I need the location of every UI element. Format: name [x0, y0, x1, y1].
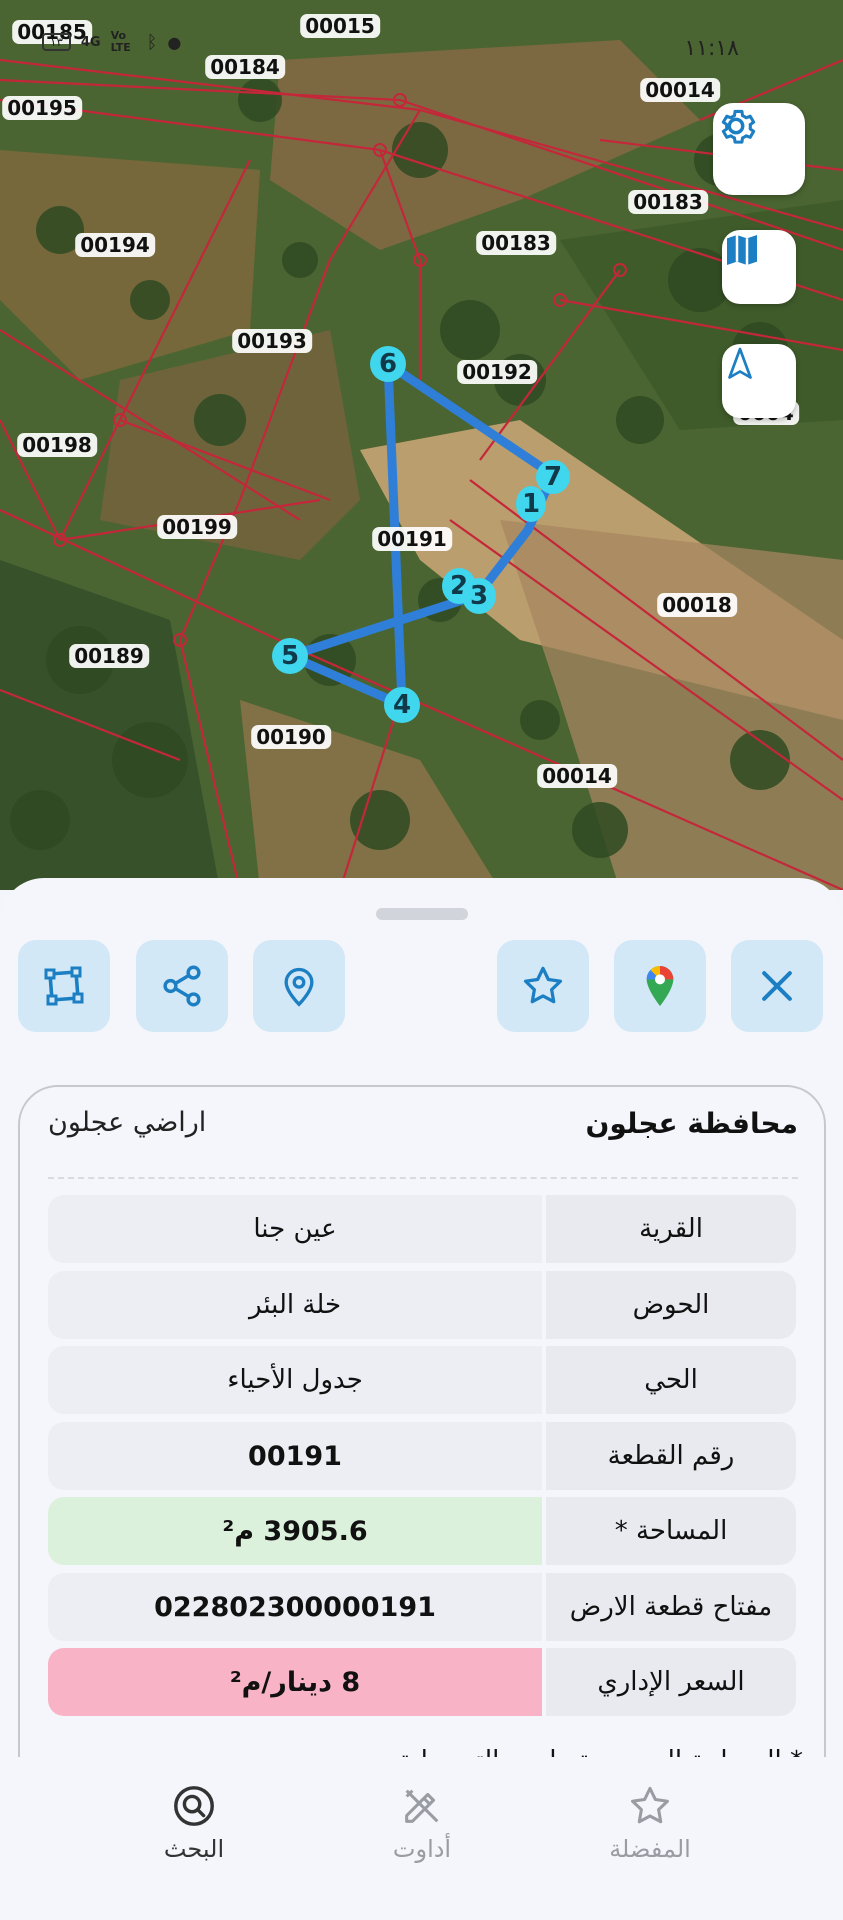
- land-key-value: 022802300000191: [48, 1573, 542, 1641]
- info-row-land-key: 022802300000191 مفتاح قطعة الارض: [48, 1573, 796, 1641]
- governorate-title: محافظة عجلون: [585, 1107, 798, 1140]
- show-location-button[interactable]: [253, 940, 345, 1032]
- basin-label: الحوض: [546, 1271, 796, 1339]
- open-google-maps-button[interactable]: [614, 940, 706, 1032]
- bluetooth-icon: ᛒ: [146, 31, 158, 53]
- gear-icon: [721, 109, 756, 144]
- area-value: 3905.6 م²: [48, 1497, 542, 1565]
- map-view[interactable]: 6 7 1 2 3 5 4 00185 00015 00184 00195 00…: [0, 0, 843, 890]
- directorate-subtitle: اراضي عجلون: [48, 1107, 207, 1138]
- parcel-info-card: محافظة عجلون اراضي عجلون عين جنا القرية …: [18, 1085, 826, 1809]
- sheet-drag-handle[interactable]: [376, 908, 468, 920]
- area-label: المساحة *: [546, 1497, 796, 1565]
- star-icon: [523, 966, 563, 1004]
- parcel-label: 00199: [157, 515, 237, 539]
- parcel-label: 00189: [69, 644, 149, 668]
- info-row-basin: خلة البئر الحوض: [48, 1271, 796, 1339]
- location-status-icon: ●: [167, 32, 182, 52]
- vertex-6: 6: [370, 346, 406, 382]
- favorite-button[interactable]: [497, 940, 589, 1032]
- tools-icon: [405, 1789, 439, 1823]
- admin-price-label: السعر الإداري: [546, 1648, 796, 1716]
- north-orientation-button[interactable]: [722, 344, 796, 418]
- neighborhood-value: جدول الأحياء: [48, 1346, 542, 1414]
- network-indicator: 4G: [80, 34, 101, 50]
- land-key-label: مفتاح قطعة الارض: [546, 1573, 796, 1641]
- nav-tools-label: أداوت: [392, 1835, 452, 1863]
- parcel-label: 00183: [476, 231, 556, 255]
- volte-indicator: Vo LTE: [110, 29, 131, 54]
- nav-favorites-label: المفضلة: [609, 1835, 691, 1863]
- parcel-label: 00018: [657, 593, 737, 617]
- share-button[interactable]: [136, 940, 228, 1032]
- parcel-label: 00193: [232, 329, 312, 353]
- parcel-label: 00190: [251, 725, 331, 749]
- basin-value: خلة البئر: [48, 1271, 542, 1339]
- parcel-label: 00184: [205, 55, 285, 79]
- location-pin-icon: [284, 967, 314, 1007]
- info-row-village: عين جنا القرية: [48, 1195, 796, 1263]
- info-row-parcel-number: 00191 رقم القطعة: [48, 1422, 796, 1490]
- google-maps-icon: [646, 966, 674, 1006]
- village-label: القرية: [546, 1195, 796, 1263]
- search-icon: [174, 1786, 214, 1826]
- battery-icon: ١٣: [42, 33, 71, 51]
- village-value: عين جنا: [48, 1195, 542, 1263]
- vertex-7: 7: [536, 460, 570, 494]
- vertex-4: 4: [384, 687, 420, 723]
- share-icon: [163, 965, 201, 1007]
- parcel-label: 00183: [628, 190, 708, 214]
- divider: [48, 1177, 798, 1179]
- vertex-1: 1: [516, 486, 546, 522]
- parcel-label: 00192: [457, 360, 537, 384]
- neighborhood-label: الحي: [546, 1346, 796, 1414]
- close-button[interactable]: [731, 940, 823, 1032]
- parcel-label: 00198: [17, 433, 97, 457]
- map-icon: [727, 235, 757, 265]
- status-bar: ١٣ 4G Vo LTE ᛒ ●: [42, 30, 181, 54]
- settings-button[interactable]: [713, 103, 805, 195]
- vertex-3: 3: [462, 578, 496, 614]
- parcel-number-label: رقم القطعة: [546, 1422, 796, 1490]
- parcel-label: 00195: [2, 96, 82, 120]
- nav-search[interactable]: البحث: [124, 1783, 264, 1863]
- bottom-navigation: البحث أداوت المفضلة: [0, 1757, 843, 1920]
- info-row-admin-price: 8 دينار/م² السعر الإداري: [48, 1648, 796, 1716]
- close-icon: [762, 971, 792, 1001]
- draw-polygon-button[interactable]: [18, 940, 110, 1032]
- admin-price-value: 8 دينار/م²: [48, 1648, 542, 1716]
- vertex-5: 5: [272, 638, 308, 674]
- status-time: ١١:١٨: [684, 36, 739, 61]
- parcel-label: 00191: [372, 527, 452, 551]
- polygon-icon: [44, 966, 84, 1006]
- parcel-label: 00194: [75, 233, 155, 257]
- parcel-number-value: 00191: [48, 1422, 542, 1490]
- parcel-label: 00014: [537, 764, 617, 788]
- parcel-label: 00014: [640, 78, 720, 102]
- nav-favorites[interactable]: المفضلة: [580, 1783, 720, 1863]
- parcel-label: 00015: [300, 14, 380, 38]
- nav-tools[interactable]: أداوت: [352, 1783, 492, 1863]
- info-row-area: 3905.6 م² المساحة *: [48, 1497, 796, 1565]
- info-row-neighborhood: جدول الأحياء الحي: [48, 1346, 796, 1414]
- map-layers-button[interactable]: [722, 230, 796, 304]
- star-outline-icon: [631, 1786, 669, 1824]
- navigation-arrow-icon: [728, 347, 752, 379]
- nav-search-label: البحث: [163, 1835, 225, 1863]
